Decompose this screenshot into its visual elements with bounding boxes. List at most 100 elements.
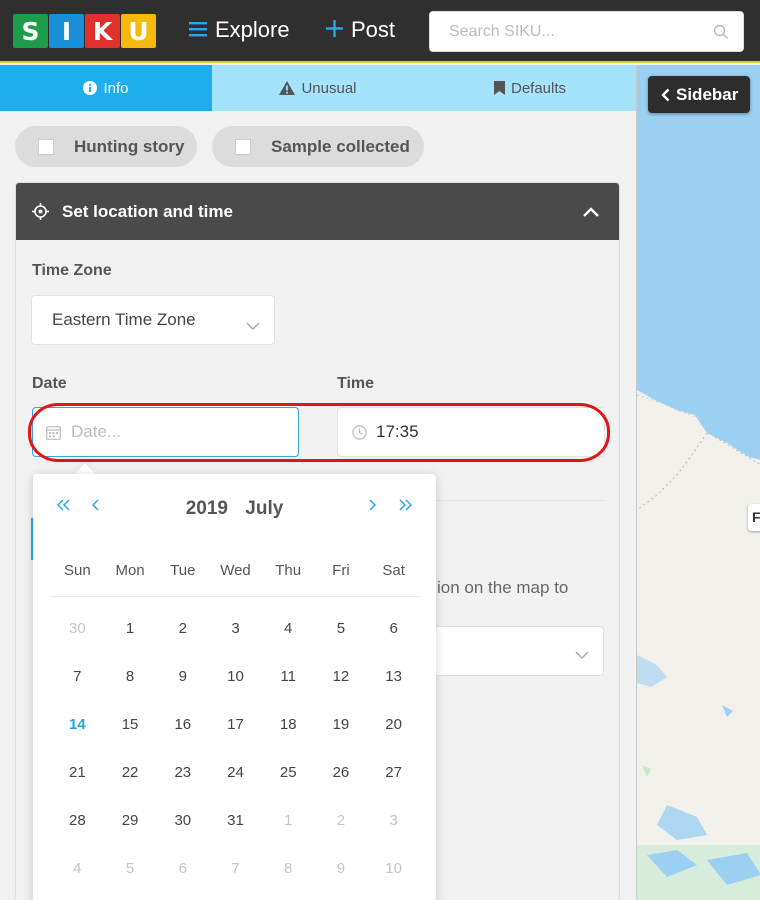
search-box bbox=[429, 11, 744, 52]
search-icon[interactable] bbox=[713, 24, 729, 45]
calendar-day[interactable]: 18 bbox=[262, 700, 315, 748]
date-field bbox=[32, 407, 299, 457]
time-field[interactable]: 17:35 bbox=[337, 407, 605, 457]
calendar-day[interactable]: 10 bbox=[367, 844, 420, 892]
calendar-day[interactable]: 12 bbox=[315, 652, 368, 700]
warning-icon bbox=[279, 81, 296, 95]
calendar-year[interactable]: 2019 bbox=[186, 498, 228, 519]
tab-info-label: Info bbox=[103, 79, 129, 97]
calendar-day[interactable]: 30 bbox=[156, 796, 209, 844]
calendar-day[interactable]: 10 bbox=[209, 652, 262, 700]
weekday-label: Sun bbox=[64, 562, 91, 579]
weekday-label: Thu bbox=[275, 562, 302, 579]
calendar-day[interactable]: 22 bbox=[104, 748, 157, 796]
collapse-chevron-icon[interactable] bbox=[583, 202, 599, 222]
calendar-day[interactable]: 15 bbox=[104, 700, 157, 748]
post-label: Post bbox=[351, 17, 396, 42]
location-section-title: Set location and time bbox=[62, 201, 233, 221]
calendar-day[interactable]: 27 bbox=[367, 748, 420, 796]
calendar-day[interactable]: 13 bbox=[367, 652, 420, 700]
calendar-day[interactable]: 8 bbox=[262, 844, 315, 892]
bookmark-icon bbox=[493, 81, 505, 95]
calendar-month[interactable]: July bbox=[245, 498, 283, 519]
calendar-day[interactable]: 2 bbox=[315, 796, 368, 844]
calendar-day[interactable]: 5 bbox=[315, 604, 368, 652]
chevron-down-icon bbox=[246, 315, 260, 335]
calendar-day[interactable]: 7 bbox=[51, 652, 104, 700]
tab-defaults-label: Defaults bbox=[510, 79, 567, 97]
tab-unusual[interactable]: Unusual bbox=[212, 65, 424, 111]
search-input[interactable] bbox=[430, 12, 743, 51]
section-divider bbox=[436, 500, 604, 501]
calendar-day[interactable]: 4 bbox=[262, 604, 315, 652]
calendar-day[interactable]: 4 bbox=[51, 844, 104, 892]
calendar-day[interactable]: 9 bbox=[156, 652, 209, 700]
location-section-header[interactable]: Set location and time bbox=[16, 183, 619, 240]
tab-defaults[interactable]: Defaults bbox=[424, 65, 636, 111]
next-month-icon[interactable] bbox=[368, 496, 377, 515]
calendar-day[interactable]: 3 bbox=[367, 796, 420, 844]
calendar-day[interactable]: 29 bbox=[104, 796, 157, 844]
timezone-label: Time Zone bbox=[32, 262, 112, 279]
sidebar-toggle-button[interactable]: Sidebar bbox=[648, 76, 750, 113]
tab-unusual-label: Unusual bbox=[301, 79, 357, 97]
next-year-icon[interactable] bbox=[398, 496, 413, 515]
weekday-label: Mon bbox=[115, 562, 145, 579]
weekday-label: Tue bbox=[170, 562, 196, 579]
chevron-left-icon bbox=[661, 88, 670, 102]
map-view[interactable] bbox=[636, 65, 760, 900]
calendar-day[interactable]: 25 bbox=[262, 748, 315, 796]
post-link[interactable]: Post bbox=[326, 17, 395, 43]
weekday-header: Sun Mon Tue Wed Thu Fri Sat bbox=[51, 562, 420, 579]
calendar-day[interactable]: 21 bbox=[51, 748, 104, 796]
info-icon bbox=[83, 81, 98, 95]
calendar-day[interactable]: 2 bbox=[156, 604, 209, 652]
calendar-day[interactable]: 11 bbox=[262, 652, 315, 700]
date-input[interactable] bbox=[33, 408, 298, 456]
tab-info[interactable]: Info bbox=[0, 65, 212, 111]
calendar-day-grid: 30 1 2 3 4 5 6 7 8 9 10 11 12 13 14 15 16 17 18 19 20 21 22 23 2… bbox=[51, 604, 420, 892]
calendar-day[interactable]: 7 bbox=[209, 844, 262, 892]
hunting-story-checkbox[interactable] bbox=[38, 138, 54, 155]
time-label: Time bbox=[337, 375, 375, 392]
calendar-day-today[interactable]: 14 bbox=[51, 700, 104, 748]
calendar-day[interactable]: 3 bbox=[209, 604, 262, 652]
sample-collected-checkbox[interactable] bbox=[235, 138, 251, 155]
calendar-day[interactable]: 30 bbox=[51, 604, 104, 652]
calendar-day[interactable]: 8 bbox=[104, 652, 157, 700]
hunting-story-toggle[interactable]: Hunting story bbox=[15, 126, 197, 167]
calendar-day[interactable]: 31 bbox=[209, 796, 262, 844]
calendar-day[interactable]: 1 bbox=[104, 604, 157, 652]
calendar-day[interactable]: 20 bbox=[367, 700, 420, 748]
calendar-day[interactable]: 19 bbox=[315, 700, 368, 748]
calendar-day[interactable]: 24 bbox=[209, 748, 262, 796]
timezone-select[interactable]: Eastern Time Zone bbox=[31, 295, 275, 345]
weekday-divider bbox=[51, 596, 420, 597]
calendar-day[interactable]: 17 bbox=[209, 700, 262, 748]
map-marker-label[interactable]: F bbox=[748, 504, 760, 531]
calendar-day[interactable]: 5 bbox=[104, 844, 157, 892]
weekday-label: Wed bbox=[220, 562, 251, 579]
logo-letter-u: U bbox=[121, 14, 156, 48]
top-navbar: S I K U Explore Post bbox=[0, 0, 760, 63]
calendar-icon bbox=[46, 425, 61, 445]
calendar-day[interactable]: 6 bbox=[367, 604, 420, 652]
calendar-day[interactable]: 26 bbox=[315, 748, 368, 796]
calendar-day[interactable]: 6 bbox=[156, 844, 209, 892]
calendar-day[interactable]: 1 bbox=[262, 796, 315, 844]
calendar-day[interactable]: 23 bbox=[156, 748, 209, 796]
location-select[interactable] bbox=[420, 626, 604, 676]
time-value: 17:35 bbox=[376, 422, 419, 441]
date-label: Date bbox=[32, 375, 67, 392]
chevron-down-icon bbox=[575, 646, 589, 664]
calendar-day[interactable]: 16 bbox=[156, 700, 209, 748]
weekday-label: Sat bbox=[382, 562, 405, 579]
clock-icon bbox=[352, 425, 367, 445]
sample-collected-label: Sample collected bbox=[271, 136, 410, 156]
siku-logo[interactable]: S I K U bbox=[13, 14, 156, 48]
calendar-day[interactable]: 28 bbox=[51, 796, 104, 844]
map-land-shapes bbox=[637, 390, 760, 900]
explore-link[interactable]: Explore bbox=[189, 17, 290, 43]
sample-collected-toggle[interactable]: Sample collected bbox=[212, 126, 424, 167]
calendar-day[interactable]: 9 bbox=[315, 844, 368, 892]
